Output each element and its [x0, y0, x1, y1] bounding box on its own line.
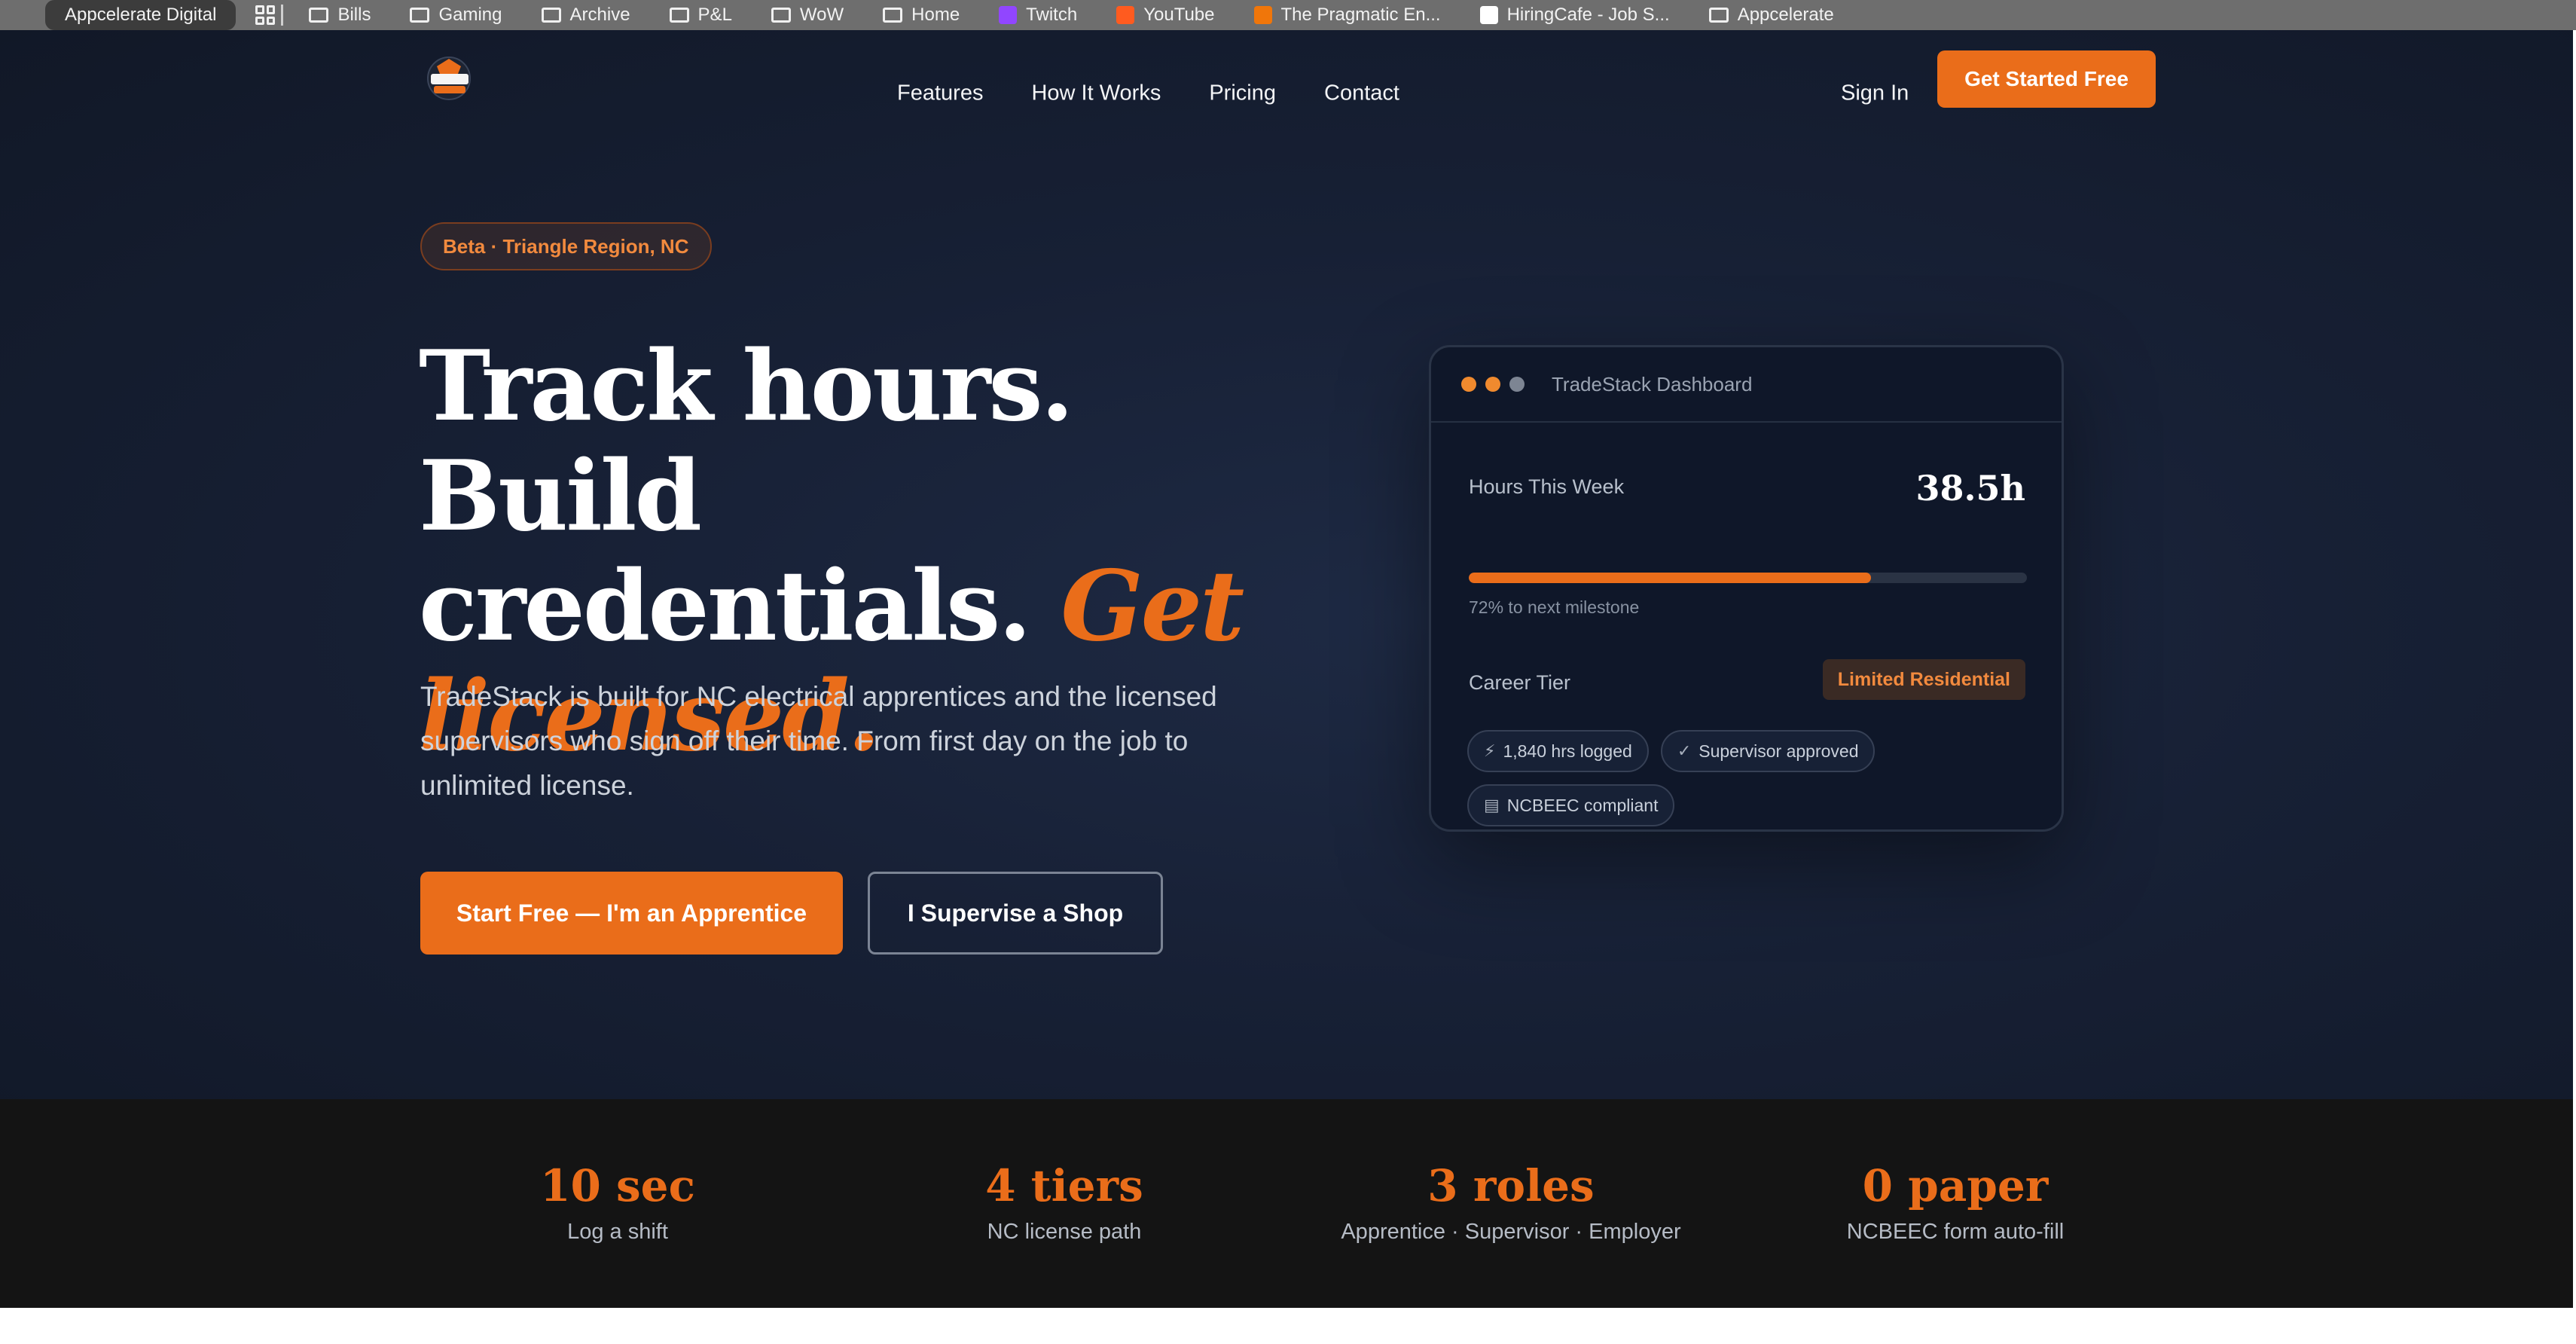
- tradestack-logo[interactable]: [420, 51, 481, 104]
- career-tier-label: Career Tier: [1469, 671, 1571, 694]
- bookmark-folder-bills[interactable]: Bills: [289, 0, 390, 30]
- bookmarks-separator: [281, 5, 284, 26]
- progress-caption: 72% to next milestone: [1469, 597, 1640, 617]
- bookmark-label: Bills: [337, 5, 371, 25]
- stat-label: Log a shift: [567, 1220, 668, 1244]
- window-dot-icon: [1509, 377, 1525, 392]
- bookmark-label: YouTube: [1143, 5, 1215, 25]
- hero-section: Features How It Works Pricing Contact Si…: [0, 30, 2576, 1099]
- stat-item: 0 paper NCBEEC form auto-fill: [1744, 1159, 2166, 1245]
- stat-value: 3 roles: [1427, 1160, 1595, 1211]
- chip-text: 1,840 hrs logged: [1503, 741, 1632, 761]
- stat-label: NCBEEC form auto-fill: [1846, 1220, 2065, 1244]
- chip-text: Supervisor approved: [1699, 741, 1859, 761]
- folder-icon: [771, 8, 791, 23]
- tab-groups-icon[interactable]: [255, 5, 276, 25]
- bookmark-folder-wow[interactable]: WoW: [752, 0, 863, 30]
- bookmark-label: The Pragmatic En...: [1280, 5, 1441, 25]
- get-started-button[interactable]: Get Started Free: [1937, 50, 2156, 108]
- folder-icon: [309, 8, 329, 23]
- youtube-icon: [1116, 6, 1135, 24]
- stat-item: 3 roles Apprentice · Supervisor · Employ…: [1300, 1159, 1722, 1245]
- hero-lead: TradeStack is built for NC electrical ap…: [420, 681, 1217, 801]
- bolt-icon: ⚡: [1484, 741, 1496, 760]
- progress-bar-fill: [1469, 573, 1871, 583]
- nav-link-how-it-works[interactable]: How It Works: [1031, 81, 1161, 106]
- clipboard-icon: ▤: [1484, 796, 1500, 814]
- stat-label: Apprentice · Supervisor · Employer: [1341, 1220, 1681, 1244]
- beta-badge: Beta · Triangle Region, NC: [420, 222, 712, 270]
- folder-icon: [410, 8, 430, 23]
- dashboard-preview-card: TradeStack Dashboard Hours This Week 38.…: [1429, 345, 2064, 832]
- bookmark-label: Archive: [569, 5, 630, 25]
- bookmark-label: Twitch: [1026, 5, 1078, 25]
- supervise-shop-button[interactable]: I Supervise a Shop: [868, 872, 1163, 955]
- hours-label: Hours This Week: [1469, 475, 1625, 498]
- hiringcafe-icon: [1479, 6, 1498, 24]
- bookmark-label: WoW: [799, 5, 844, 25]
- folder-icon: [541, 8, 561, 23]
- bookmark-label: Appcelerate Digital: [65, 5, 217, 25]
- viewport-edge: [2573, 30, 2576, 1308]
- nav-link-features[interactable]: Features: [897, 81, 983, 106]
- start-free-apprentice-button[interactable]: Start Free — I'm an Apprentice: [420, 872, 843, 955]
- stats-strip: 10 sec Log a shift 4 tiers NC license pa…: [0, 1099, 2576, 1308]
- bookmark-twitch[interactable]: Twitch: [979, 0, 1097, 30]
- bookmark-label: HiringCafe - Job S...: [1506, 5, 1670, 25]
- window-dot-icon: [1485, 377, 1500, 392]
- bookmark-folder-home[interactable]: Home: [863, 0, 979, 30]
- status-chips: ⚡ 1,840 hrs logged ✓ Supervisor approved…: [1467, 730, 2040, 826]
- check-icon: ✓: [1677, 741, 1692, 760]
- stat-item: 10 sec Log a shift: [407, 1159, 829, 1245]
- nav-links: Features How It Works Pricing Contact: [897, 81, 1399, 106]
- chip-supervisor-approved: ✓ Supervisor approved: [1660, 730, 1876, 772]
- stat-item: 4 tiers NC license path: [853, 1159, 1275, 1245]
- card-title: TradeStack Dashboard: [1552, 372, 1753, 396]
- chip-ncbeec-compliant: ▤ NCBEEC compliant: [1467, 784, 1675, 826]
- bookmarks-bar: Appcelerate Digital Bills Gaming Archive…: [0, 0, 2576, 30]
- bookmark-label: Home: [911, 5, 960, 25]
- top-navbar: Features How It Works Pricing Contact Si…: [0, 30, 2576, 128]
- window-dot-icon: [1461, 377, 1476, 392]
- folder-icon: [669, 8, 689, 23]
- chip-hours-logged: ⚡ 1,840 hrs logged: [1467, 730, 1649, 772]
- bookmark-label: Gaming: [438, 5, 502, 25]
- folder-icon: [1708, 8, 1729, 23]
- progress-bar: [1469, 573, 2027, 583]
- stat-value: 0 paper: [1862, 1160, 2049, 1211]
- card-header: TradeStack Dashboard: [1431, 347, 2062, 423]
- sign-in-link[interactable]: Sign In: [1841, 81, 1909, 106]
- bookmark-label: P&L: [697, 5, 732, 25]
- stat-label: NC license path: [987, 1220, 1142, 1244]
- bookmark-youtube[interactable]: YouTube: [1097, 0, 1234, 30]
- bookmark-folder-gaming[interactable]: Gaming: [390, 0, 521, 30]
- bookmark-label: Appcelerate: [1737, 5, 1834, 25]
- folder-icon: [883, 8, 903, 23]
- stat-value: 10 sec: [540, 1160, 695, 1211]
- bookmark-folder-archive[interactable]: Archive: [522, 0, 650, 30]
- page-below-fold: [0, 1308, 2576, 1344]
- nav-link-pricing[interactable]: Pricing: [1209, 81, 1276, 106]
- bookmark-folder-appcelerate[interactable]: Appcelerate: [1689, 0, 1854, 30]
- pragmatic-engineer-icon: [1253, 6, 1272, 24]
- career-tier-badge: Limited Residential: [1822, 659, 2025, 700]
- bookmark-folder-pl[interactable]: P&L: [650, 0, 752, 30]
- hours-value: 38.5h: [1915, 468, 2025, 509]
- stat-value: 4 tiers: [985, 1160, 1143, 1211]
- chip-text: NCBEEC compliant: [1506, 795, 1659, 815]
- bookmark-pragmatic-engineer[interactable]: The Pragmatic En...: [1235, 0, 1460, 30]
- bookmark-appcelerate-digital[interactable]: Appcelerate Digital: [45, 0, 237, 30]
- nav-link-contact[interactable]: Contact: [1324, 81, 1399, 106]
- twitch-icon: [999, 6, 1018, 24]
- bookmark-hiringcafe[interactable]: HiringCafe - Job S...: [1460, 0, 1689, 30]
- headline-plain: Track hours. Build credentials.: [419, 330, 1074, 663]
